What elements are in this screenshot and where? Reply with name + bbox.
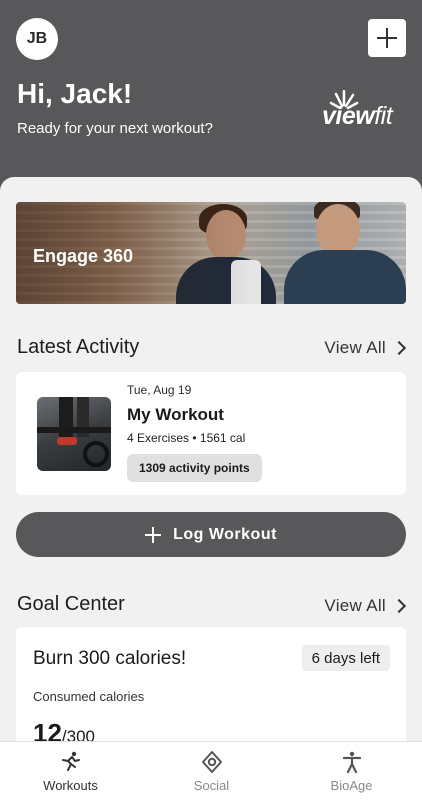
chevron-right-icon: [391, 598, 407, 614]
avatar[interactable]: JB: [16, 18, 58, 60]
workout-thumbnail: [37, 397, 111, 471]
goal-days-left-badge: 6 days left: [301, 645, 390, 671]
view-all-label: View All: [324, 596, 386, 615]
bottom-tab-bar: Workouts Social BioAge: [0, 741, 422, 800]
viewfit-logo: viewfit: [322, 90, 402, 134]
plus-icon: [377, 28, 397, 48]
tab-social-label: Social: [193, 778, 230, 793]
greeting-title: Hi, Jack!: [17, 78, 133, 109]
tab-social[interactable]: Social: [141, 742, 282, 800]
greeting-subtitle: Ready for your next workout?: [17, 120, 213, 137]
tab-bioage-label: BioAge: [330, 778, 373, 793]
view-all-label: View All: [324, 338, 386, 357]
activity-points-badge: 1309 activity points: [127, 454, 262, 482]
latest-activity-title: Latest Activity: [17, 336, 140, 358]
latest-activity-view-all[interactable]: View All: [324, 338, 407, 358]
social-icon: [201, 751, 222, 773]
goal-metric-label: Consumed calories: [33, 689, 145, 704]
plus-icon: [145, 526, 162, 543]
person-icon: [342, 751, 361, 774]
log-workout-button[interactable]: Log Workout: [16, 512, 406, 557]
latest-activity-card[interactable]: Tue, Aug 19 My Workout 4 Exercises • 156…: [16, 372, 406, 495]
app-header: JB Hi, Jack! Ready for your next workout…: [0, 0, 422, 200]
thumb-leg: [59, 397, 73, 441]
activity-title: My Workout: [127, 405, 224, 424]
thumb-wheel: [83, 441, 109, 467]
banner-photo-man-body: [284, 250, 406, 304]
logo-wordmark: viewfit: [322, 102, 393, 130]
tab-workouts-label: Workouts: [43, 778, 98, 793]
main-content: Engage 360 Latest Activity View All Tue,…: [0, 177, 422, 800]
activity-meta: 4 Exercises • 1561 cal: [127, 431, 246, 445]
goal-center-title: Goal Center: [17, 593, 125, 615]
thumb-bar: [37, 427, 111, 433]
log-workout-label: Log Workout: [173, 525, 277, 543]
add-button[interactable]: [368, 19, 406, 57]
thumb-shoe: [57, 437, 77, 445]
chevron-right-icon: [391, 340, 407, 356]
banner-photo-man-face: [316, 204, 360, 256]
tab-bioage[interactable]: BioAge: [281, 742, 422, 800]
activity-date: Tue, Aug 19: [127, 383, 192, 397]
goal-center-view-all[interactable]: View All: [324, 596, 407, 616]
running-icon: [61, 751, 80, 771]
goal-title: Burn 300 calories!: [33, 648, 187, 669]
engage-banner[interactable]: Engage 360: [16, 202, 406, 304]
tab-workouts[interactable]: Workouts: [0, 742, 141, 800]
banner-title: Engage 360: [33, 246, 134, 266]
